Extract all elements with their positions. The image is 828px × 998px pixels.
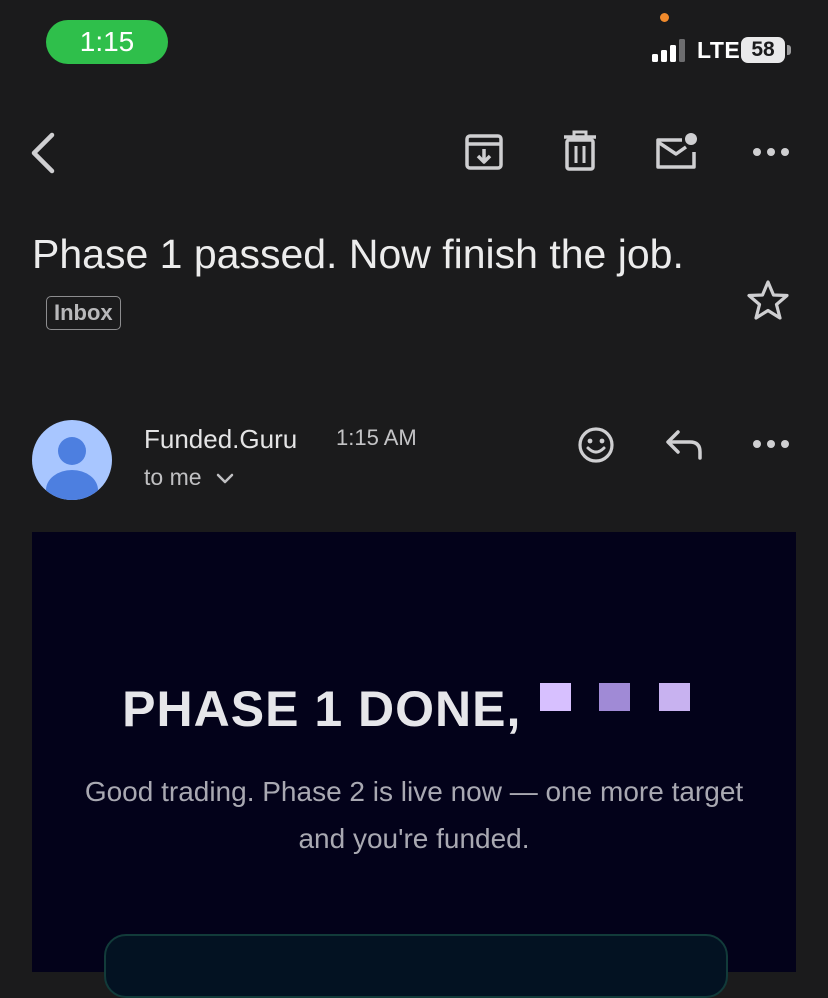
archive-button[interactable]	[464, 131, 504, 171]
redaction-block	[599, 683, 630, 711]
headline-text: PHASE 1 DONE,	[122, 681, 522, 737]
star-icon	[747, 280, 789, 320]
delete-icon	[564, 130, 596, 171]
status-time: 1:15	[46, 20, 168, 64]
signal-icon	[652, 38, 690, 62]
subject-text: Phase 1 passed. Now finish the job.	[32, 231, 684, 277]
network-type: LTE	[697, 37, 741, 63]
more-icon	[753, 148, 789, 156]
email-intro: Good trading. Phase 2 is live now — one …	[84, 776, 744, 854]
battery-icon	[787, 45, 791, 55]
sent-time: 1:15 AM	[336, 425, 417, 450]
email-headline: PHASE 1 DONE,	[0, 680, 828, 738]
back-icon	[31, 132, 55, 174]
email-content	[32, 532, 796, 972]
sender-name[interactable]: Funded.Guru	[144, 424, 297, 455]
mark-unread-button[interactable]	[654, 132, 700, 172]
redaction-block	[540, 683, 571, 711]
chevron-down-icon	[216, 473, 234, 484]
battery-level: 58	[741, 37, 785, 63]
recording-indicator	[660, 13, 669, 22]
mark-unread-icon	[656, 133, 697, 169]
back-button[interactable]	[28, 132, 60, 174]
archive-icon	[465, 134, 503, 170]
reply-button[interactable]	[664, 428, 704, 462]
recipient-toggle[interactable]: to me	[144, 464, 234, 491]
star-button[interactable]	[746, 279, 790, 321]
person-icon	[46, 437, 98, 500]
reply-icon	[666, 430, 702, 460]
email-subject: Phase 1 passed. Now finish the job. Inbo…	[32, 222, 732, 350]
cta-card[interactable]	[104, 934, 728, 998]
more-options-button[interactable]	[752, 144, 790, 160]
inbox-label[interactable]: Inbox	[46, 296, 121, 331]
more-icon	[753, 440, 789, 448]
add-reaction-button[interactable]	[576, 425, 616, 465]
sender-avatar[interactable]	[32, 420, 112, 500]
redaction-block	[659, 683, 690, 711]
delete-button[interactable]	[560, 130, 600, 172]
emoji-icon	[578, 427, 614, 463]
message-more-button[interactable]	[752, 436, 790, 452]
recipient-label: to me	[144, 464, 202, 490]
